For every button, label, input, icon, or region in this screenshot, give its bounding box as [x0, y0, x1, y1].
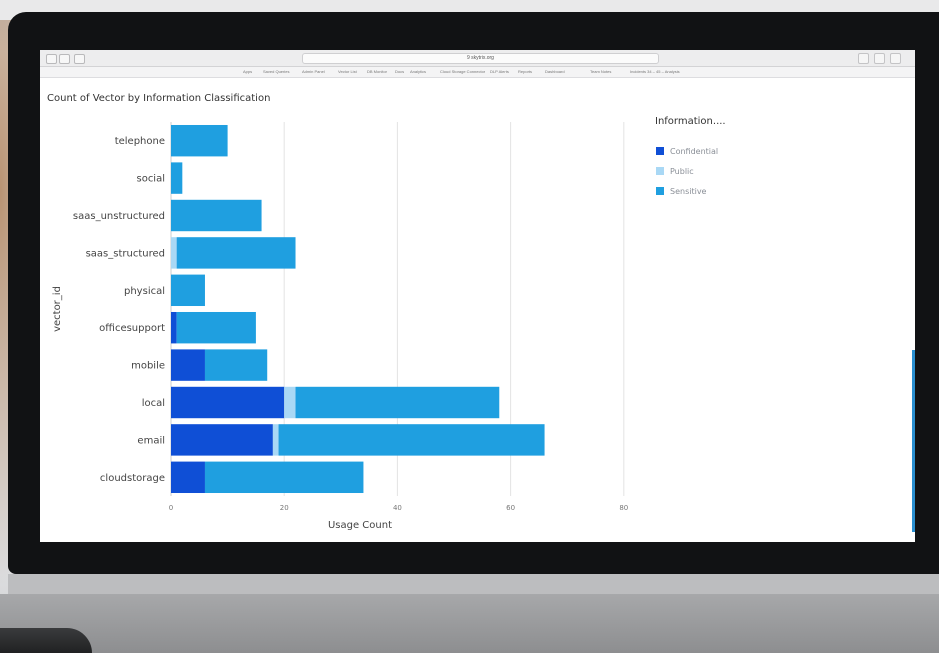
bar-sensitive-cloudstorage	[204, 461, 364, 494]
bar-chart: 0 20 40 60 80 telephone social saas_unstructure…	[52, 122, 628, 531]
bar-public-saas_structured	[171, 237, 177, 269]
bar-confidential-email	[171, 424, 273, 456]
y-tick-label: email	[137, 435, 165, 446]
legend-label: Public	[670, 166, 694, 176]
monitor-bottom-edge	[8, 574, 939, 594]
legend-swatch	[656, 147, 664, 155]
x-tick-label: 60	[506, 504, 515, 512]
legend-label: Sensitive	[670, 186, 707, 196]
bar-sensitive-mobile	[204, 349, 268, 381]
screen-edge-accent	[912, 350, 915, 532]
bar-sensitive-telephone	[171, 124, 228, 157]
y-tick-label: saas_unstructured	[73, 211, 165, 222]
bar-sensitive-saas_unstructured	[171, 199, 262, 232]
y-tick-label: local	[142, 398, 165, 409]
bar-public-email	[272, 424, 279, 456]
legend-item-public[interactable]: Public	[656, 166, 694, 176]
bar-sensitive-social	[171, 162, 183, 194]
y-tick-label: officesupport	[99, 323, 165, 334]
bar-confidential-mobile	[171, 349, 205, 381]
bar-sensitive-physical	[171, 274, 205, 307]
bar-confidential-officesupport	[171, 311, 177, 344]
legend-title: Information....	[655, 116, 726, 127]
bar-sensitive-officesupport	[176, 311, 256, 344]
mug	[0, 628, 92, 653]
bar-sensitive-local	[295, 386, 500, 419]
x-tick-label: 40	[393, 504, 402, 512]
bar-public-local	[284, 386, 296, 419]
bar-sensitive-saas_structured	[176, 237, 296, 269]
legend-swatch	[656, 187, 664, 195]
x-tick-label: 0	[169, 504, 173, 512]
bar-sensitive-email	[278, 424, 545, 456]
legend-label: Confidential	[670, 146, 719, 156]
y-tick-label: saas_structured	[86, 248, 165, 259]
x-tick-label: 20	[280, 504, 289, 512]
bar-confidential-cloudstorage	[171, 461, 205, 494]
legend-swatch	[656, 167, 664, 175]
legend-item-confidential[interactable]: Confidential	[656, 146, 718, 156]
y-tick-label: mobile	[131, 361, 165, 372]
y-tick-label: physical	[124, 286, 165, 297]
x-axis-title: Usage Count	[328, 520, 392, 531]
y-tick-label: telephone	[115, 136, 165, 147]
x-tick-label: 80	[619, 504, 628, 512]
legend-item-sensitive[interactable]: Sensitive	[656, 186, 706, 196]
screen: 9 skytrix.org Apps Saved Queries Admin P…	[40, 50, 915, 542]
y-tick-label: cloudstorage	[100, 473, 165, 484]
y-tick-label: social	[136, 174, 165, 185]
bar-confidential-local	[171, 386, 285, 419]
desk-surface	[0, 594, 939, 653]
y-axis-title: vector_id	[52, 286, 63, 332]
